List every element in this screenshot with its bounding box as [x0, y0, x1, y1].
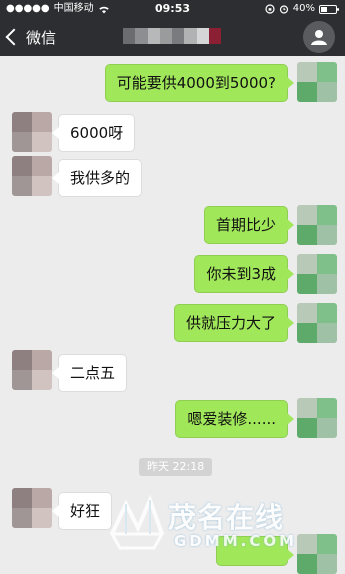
person-icon	[311, 30, 327, 45]
message-text: 首期比少	[215, 216, 276, 234]
timestamp-divider: 昨天 22:18	[139, 458, 213, 476]
chat-area[interactable]: 可能要供4000到5000? 6000呀 我供多的 首期比少 你未到3成 供就压…	[0, 56, 345, 574]
message-bubble-in[interactable]: 我供多的	[51, 159, 143, 197]
message-bubble-out[interactable]: 嗯爱装修......	[175, 400, 294, 438]
status-right: 40%	[265, 0, 339, 18]
watermark-text-cn: 茂名在线	[168, 501, 285, 534]
site-watermark: 茂名在线 GDMM.COM	[108, 494, 308, 554]
avatar-self[interactable]	[297, 62, 337, 102]
avatar-self[interactable]	[297, 398, 337, 438]
message-bubble-out[interactable]: 供就压力大了	[173, 304, 295, 342]
avatar-contact[interactable]	[12, 488, 52, 528]
chat-title-pixelated	[123, 28, 221, 44]
message-text: 嗯爱装修......	[187, 410, 276, 428]
message-text: 好狂	[70, 502, 101, 520]
message-text: 供就压力大了	[185, 314, 276, 332]
watermark-text-en: GDMM.COM	[174, 532, 298, 550]
status-bar: ●●●●● 中国移动 09:53 40%	[0, 0, 345, 18]
message-text: 你未到3成	[206, 265, 276, 283]
message-bubble-in[interactable]: 二点五	[51, 354, 128, 392]
avatar-self[interactable]	[297, 254, 337, 294]
back-label: 微信	[26, 28, 57, 47]
battery-percent: 40%	[292, 3, 315, 14]
avatar-contact[interactable]	[12, 156, 52, 196]
back-button[interactable]: 微信	[5, 25, 57, 49]
message-text: 我供多的	[70, 169, 131, 187]
message-text: 可能要供4000到5000?	[116, 74, 276, 92]
message-bubble-in[interactable]: 6000呀	[51, 114, 136, 152]
avatar-self[interactable]	[297, 205, 337, 245]
avatar-contact[interactable]	[12, 350, 52, 390]
top-bar: ●●●●● 中国移动 09:53 40% 微信	[0, 0, 345, 56]
message-bubble-in[interactable]: 好狂	[51, 492, 113, 530]
nav-row: 微信	[0, 18, 345, 56]
lock-rotation-icon	[265, 4, 275, 14]
message-text: 6000呀	[70, 124, 124, 142]
chevron-left-icon	[5, 28, 23, 46]
watermark-logo-icon	[109, 494, 165, 550]
message-bubble-out[interactable]: 首期比少	[203, 206, 295, 244]
battery-icon	[319, 4, 339, 14]
message-bubble-out[interactable]: 你未到3成	[194, 255, 294, 293]
avatar-contact[interactable]	[12, 112, 52, 152]
message-text: 二点五	[70, 364, 116, 382]
message-bubble-out[interactable]: 可能要供4000到5000?	[104, 64, 295, 102]
avatar-self[interactable]	[297, 303, 337, 343]
chat-info-button[interactable]	[303, 21, 335, 53]
alarm-icon	[279, 5, 288, 14]
